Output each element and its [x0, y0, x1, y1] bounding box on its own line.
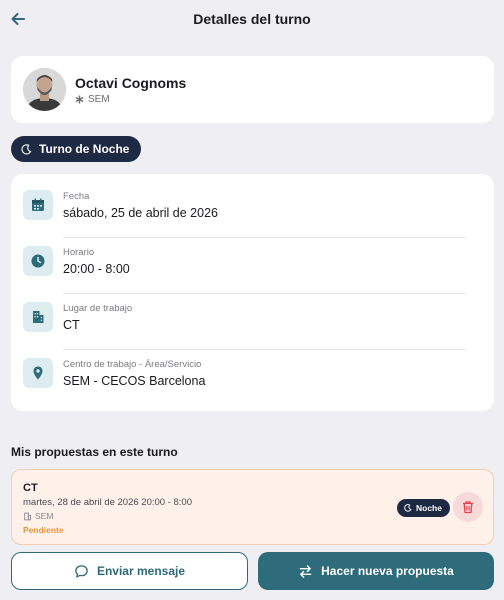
detail-row-centro: Centro de trabajo - Área/Servicio SEM - …	[23, 350, 482, 406]
app-header: Detalles del turno	[0, 0, 504, 38]
detail-row-lugar: Lugar de trabajo CT	[23, 294, 482, 350]
proposal-card[interactable]: CT martes, 28 de abril de 2026 20:00 - 8…	[11, 469, 494, 545]
new-proposal-label: Hacer nueva propuesta	[321, 564, 454, 578]
proposal-organization-label: SEM	[35, 511, 54, 521]
calendar-icon	[32, 198, 44, 211]
user-organization: SEM	[75, 94, 110, 105]
asterisk-icon	[75, 95, 84, 104]
proposal-organization: SEM	[23, 511, 53, 521]
location-pin-icon	[33, 366, 43, 380]
detail-row-fecha: Fecha sábado, 25 de abril de 2026	[23, 182, 482, 238]
building-icon-box	[23, 302, 53, 332]
fecha-value: sábado, 25 de abril de 2026	[63, 206, 218, 220]
trash-icon	[463, 501, 473, 514]
centro-value: SEM - CECOS Barcelona	[63, 374, 206, 388]
centro-label: Centro de trabajo - Área/Servicio	[63, 359, 202, 370]
chat-bubble-icon	[75, 564, 88, 578]
fecha-label: Fecha	[63, 191, 90, 202]
building-icon	[24, 512, 32, 520]
calendar-icon-box	[23, 190, 53, 220]
delete-proposal-button[interactable]	[453, 492, 483, 522]
detail-row-horario: Horario 20:00 - 8:00	[23, 238, 482, 294]
moon-icon	[21, 143, 32, 155]
clock-icon	[31, 254, 45, 268]
proposal-place: CT	[23, 482, 38, 494]
horario-value: 20:00 - 8:00	[63, 262, 130, 276]
building-icon	[33, 311, 44, 323]
proposal-shift-badge: Noche	[397, 499, 450, 517]
shift-details-card: Fecha sábado, 25 de abril de 2026 Horari…	[11, 174, 494, 411]
profile-card: Octavi Cognoms SEM	[11, 56, 494, 123]
avatar	[23, 68, 66, 111]
location-pin-icon-box	[23, 358, 53, 388]
proposal-shift-label: Noche	[416, 503, 442, 513]
lugar-label: Lugar de trabajo	[63, 303, 133, 314]
proposal-status: Pendiente	[23, 525, 64, 535]
horario-label: Horario	[63, 247, 95, 258]
new-proposal-button[interactable]: Hacer nueva propuesta	[258, 552, 494, 590]
proposals-section-title: Mis propuestas en este turno	[11, 445, 178, 459]
shift-type-badge: Turno de Noche	[11, 136, 142, 162]
lugar-value: CT	[63, 318, 80, 332]
shift-type-label: Turno de Noche	[39, 142, 130, 156]
proposal-datetime: martes, 28 de abril de 2026 20:00 - 8:00	[23, 497, 193, 508]
clock-icon-box	[23, 246, 53, 276]
page-title: Detalles del turno	[193, 11, 311, 27]
send-message-label: Enviar mensaje	[96, 564, 186, 578]
user-name: Octavi Cognoms	[75, 75, 187, 91]
swap-arrows-icon	[299, 564, 312, 578]
send-message-button[interactable]: Enviar mensaje	[11, 552, 248, 590]
organization-label: SEM	[88, 94, 110, 105]
moon-icon	[404, 504, 412, 512]
